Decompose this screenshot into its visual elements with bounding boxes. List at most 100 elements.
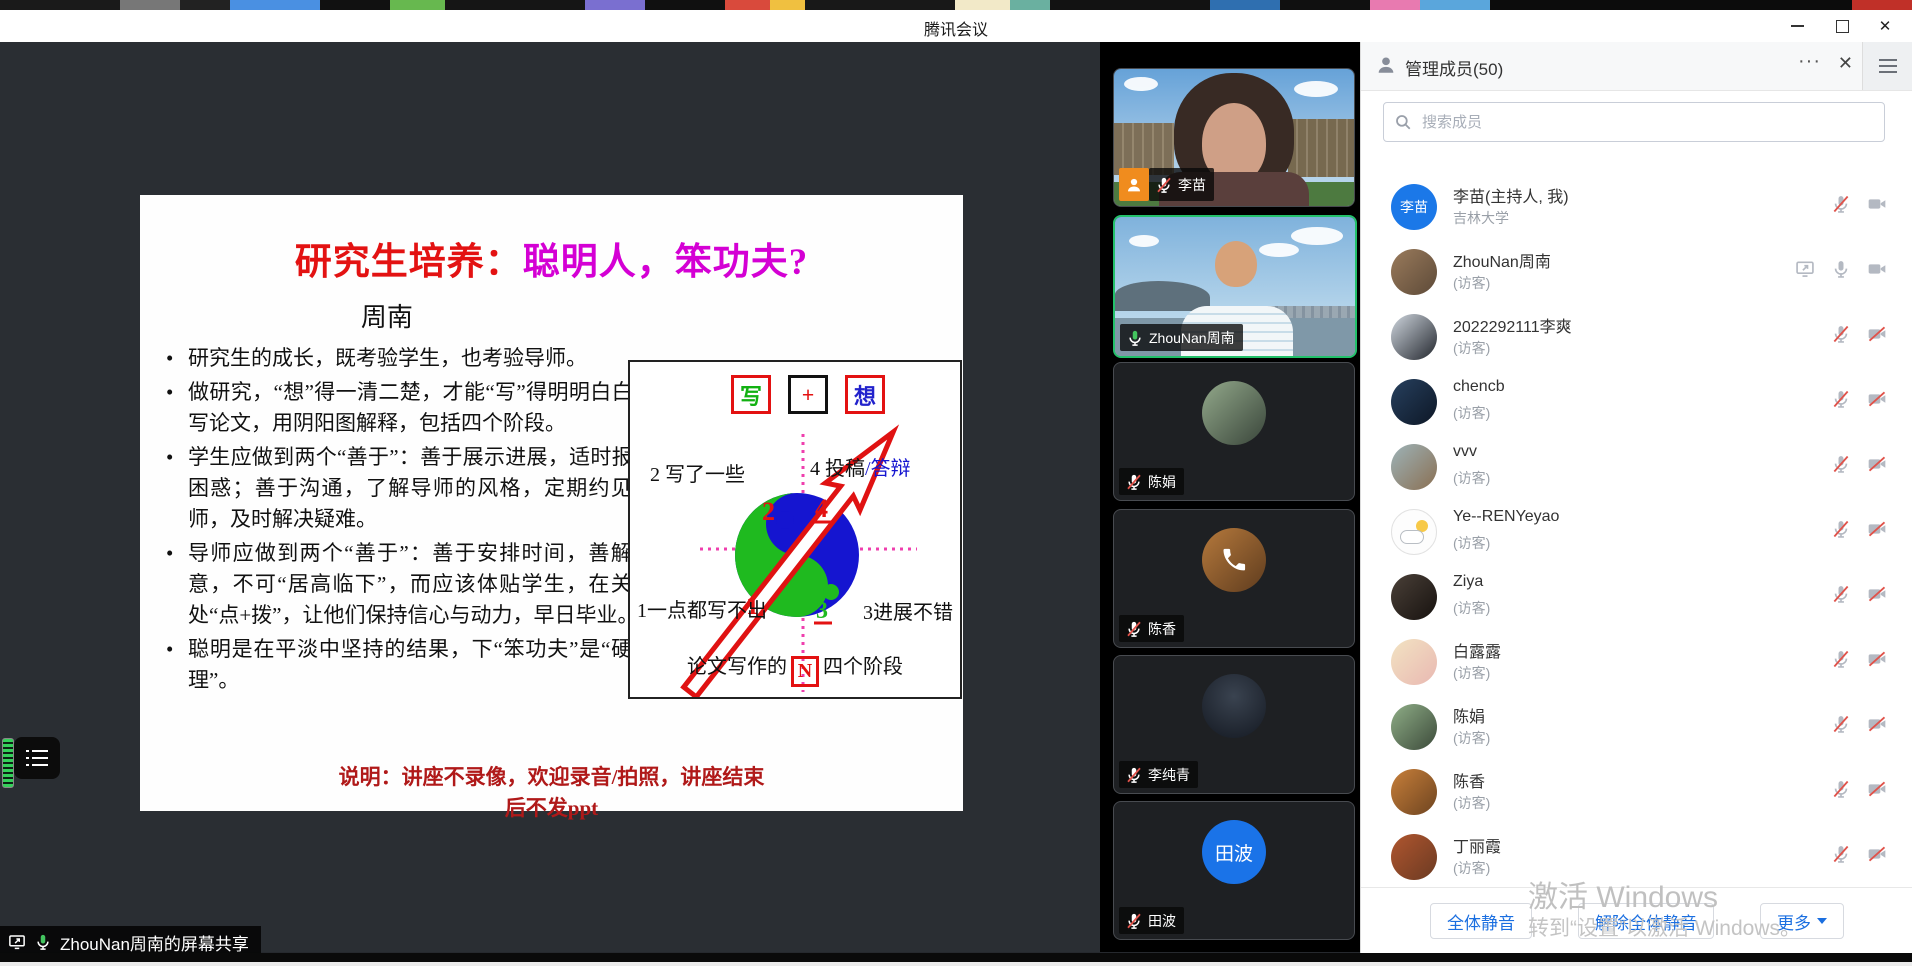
- screen-share-area: 研究生培养：聪明人，笨功夫? 周南 研究生的成长，既考验学生，也考验导师。 做研…: [0, 42, 1100, 952]
- panel-footer: 全体静音 解除全体静音 更多: [1361, 887, 1912, 954]
- camera-off-icon[interactable]: [1867, 519, 1887, 539]
- avatar: [1391, 379, 1437, 425]
- members-icon: [1375, 54, 1397, 76]
- member-row[interactable]: Ziya (访客): [1361, 566, 1912, 631]
- minimize-icon: [1791, 25, 1804, 27]
- member-name: Ye--RENYeyao: [1453, 508, 1559, 526]
- taskbar-edge-strip: [0, 962, 1912, 966]
- maximize-button[interactable]: [1827, 13, 1857, 39]
- host-badge: [1119, 168, 1149, 201]
- mic-muted-icon[interactable]: [1831, 649, 1851, 669]
- member-row[interactable]: 陈香 (访客): [1361, 761, 1912, 826]
- camera-off-icon[interactable]: [1867, 389, 1887, 409]
- panel-close-button[interactable]: ✕: [1838, 53, 1853, 74]
- stage-number-4: 4: [815, 494, 828, 523]
- caption-n-box: N: [791, 656, 819, 687]
- quadrant-label-1: 1一点都写不出: [637, 594, 767, 623]
- member-name: vvv: [1453, 443, 1477, 461]
- member-subtitle: (访客): [1453, 663, 1490, 683]
- member-row[interactable]: 白露露 (访客): [1361, 631, 1912, 696]
- avatar: [1202, 674, 1266, 738]
- screen-share-label-text: ZhouNan周南的屏幕共享: [60, 930, 249, 955]
- member-row[interactable]: 李苗 李苗(主持人, 我) 吉林大学: [1361, 176, 1912, 241]
- unmute-all-button[interactable]: 解除全体静音: [1578, 903, 1714, 939]
- member-row[interactable]: 陈娟 (访客): [1361, 696, 1912, 761]
- member-subtitle: (访客): [1453, 858, 1490, 878]
- bottom-dark-strip: [0, 953, 1912, 962]
- avatar: 田波: [1202, 820, 1266, 884]
- tile-name-bar: 陈娟: [1119, 468, 1184, 495]
- slide-bullet: 做研究，“想”得一清二楚，才能“写”得明明白白，写论文，用阴阳图解释，包括四个阶…: [158, 377, 654, 439]
- panel-more-button[interactable]: ···: [1798, 50, 1821, 73]
- tile-name: 李苗: [1178, 175, 1206, 195]
- camera-off-icon[interactable]: [1867, 324, 1887, 344]
- mic-muted-icon[interactable]: [1831, 194, 1851, 214]
- video-tile-lichunqing[interactable]: 李纯青: [1113, 655, 1355, 794]
- video-tile-zhounan[interactable]: ZhouNan周南: [1113, 215, 1357, 358]
- slide-title: 研究生培养：聪明人，笨功夫?: [140, 231, 963, 285]
- video-tile-limiao[interactable]: 李苗: [1113, 68, 1355, 207]
- member-row[interactable]: Ye--RENYeyao (访客): [1361, 501, 1912, 566]
- member-search-box[interactable]: [1383, 102, 1885, 142]
- tile-name: 陈香: [1148, 619, 1176, 639]
- member-name: ZhouNan周南: [1453, 248, 1551, 272]
- avatar: [1202, 528, 1266, 592]
- member-subtitle: (访客): [1453, 793, 1490, 813]
- camera-off-icon[interactable]: [1867, 454, 1887, 474]
- slide-bullet-list: 研究生的成长，既考验学生，也考验导师。 做研究，“想”得一清二楚，才能“写”得明…: [158, 343, 654, 699]
- mic-on-icon[interactable]: [1831, 259, 1851, 279]
- search-input[interactable]: [1420, 113, 1874, 132]
- panel-title: 管理成员(50): [1405, 55, 1503, 80]
- member-row[interactable]: 2022292111李爽 (访客): [1361, 306, 1912, 371]
- mic-muted-icon[interactable]: [1831, 844, 1851, 864]
- mic-muted-icon[interactable]: [1831, 519, 1851, 539]
- video-tile-tianbo[interactable]: 田波 田波: [1113, 801, 1355, 940]
- minimize-button[interactable]: [1782, 13, 1812, 39]
- phone-call-icon: [1202, 528, 1266, 592]
- mute-all-button[interactable]: 全体静音: [1430, 903, 1532, 939]
- member-row[interactable]: ZhouNan周南 (访客): [1361, 241, 1912, 306]
- quadrant-label-4-blue: /答辩: [865, 458, 911, 480]
- mic-muted-icon: [1125, 912, 1143, 930]
- member-subtitle: (访客): [1453, 533, 1490, 553]
- camera-off-icon[interactable]: [1867, 714, 1887, 734]
- slide-author: 周南: [140, 297, 634, 334]
- video-tile-chenjuan[interactable]: 陈娟: [1113, 362, 1355, 501]
- member-row[interactable]: 丁丽霞 (访客): [1361, 826, 1912, 891]
- member-list-toggle-button[interactable]: [14, 737, 60, 779]
- camera-off-icon[interactable]: [1867, 779, 1887, 799]
- close-button[interactable]: ✕: [1870, 13, 1900, 39]
- camera-off-icon[interactable]: [1867, 844, 1887, 864]
- tile-name: 李纯青: [1148, 765, 1190, 785]
- title-bar: 腾讯会议 ✕: [0, 10, 1912, 43]
- search-icon: [1394, 113, 1412, 131]
- camera-off-icon[interactable]: [1867, 649, 1887, 669]
- slide-note-line1: 说明：讲座不录像，欢迎录音/拍照，讲座结束: [339, 765, 765, 789]
- camera-on-icon[interactable]: [1867, 259, 1887, 279]
- camera-on-icon[interactable]: [1867, 194, 1887, 214]
- avatar: [1391, 249, 1437, 295]
- mic-muted-icon[interactable]: [1831, 389, 1851, 409]
- mic-muted-icon[interactable]: [1831, 714, 1851, 734]
- member-row[interactable]: vvv (访客): [1361, 436, 1912, 501]
- mic-muted-icon[interactable]: [1831, 779, 1851, 799]
- mic-muted-icon: [1125, 473, 1143, 491]
- member-row[interactable]: chencb (访客): [1361, 371, 1912, 436]
- slide-bullet: 学生应做到两个“善于”：善于展示进展，适时报告困惑；善于沟通，了解导师的风格，定…: [158, 442, 654, 535]
- member-name: chencb: [1453, 378, 1505, 396]
- camera-off-icon[interactable]: [1867, 584, 1887, 604]
- stage-box-think: 想: [845, 375, 885, 414]
- quadrant-label-4-black: 4 投稿: [810, 458, 865, 480]
- video-tile-chenxiang[interactable]: 陈香: [1113, 509, 1355, 648]
- screen-sharing-icon: [1795, 259, 1815, 279]
- member-subtitle: (访客): [1453, 598, 1490, 618]
- mute-all-label: 全体静音: [1447, 909, 1515, 934]
- more-actions-button[interactable]: 更多: [1760, 903, 1844, 939]
- mic-muted-icon[interactable]: [1831, 324, 1851, 344]
- diagram-caption: 论文写作的N四个阶段: [630, 650, 960, 687]
- mic-muted-icon[interactable]: [1831, 584, 1851, 604]
- stage-box-write: 写: [731, 375, 771, 414]
- mic-muted-icon[interactable]: [1831, 454, 1851, 474]
- sidebar-toggle-button[interactable]: [1862, 42, 1912, 90]
- list-icon: [26, 750, 48, 766]
